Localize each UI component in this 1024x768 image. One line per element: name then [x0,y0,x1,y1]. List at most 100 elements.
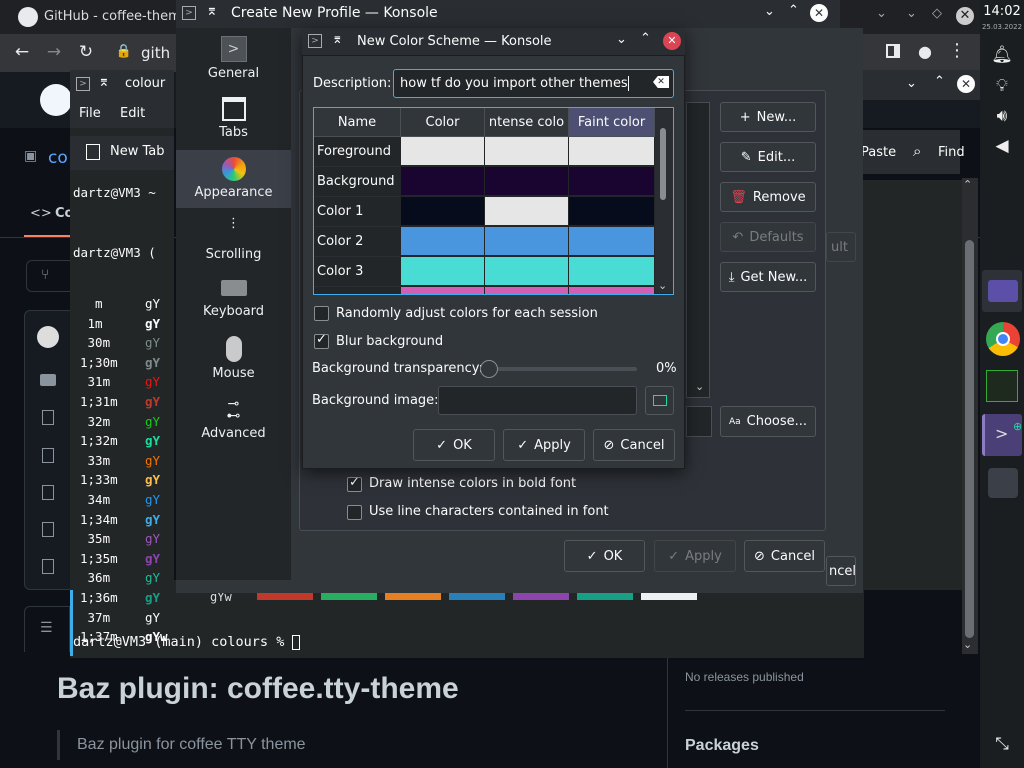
maximize-icon[interactable]: ⌃ [640,31,651,46]
lightbulb-icon[interactable]: 💡︎ [980,76,1024,96]
column-header-color[interactable]: Color [401,108,485,137]
scheme-cancel-button[interactable]: ⊘ Cancel [593,429,675,461]
list-icon[interactable]: ☰ [40,620,53,636]
collapse-icon[interactable]: ◀ [980,136,1024,156]
sidebar-item-scrolling[interactable]: ⋮ Scrolling [176,217,291,273]
color-swatch[interactable] [401,137,485,166]
color-swatch[interactable] [401,197,485,226]
sidebar-item-keyboard[interactable]: Keyboard [176,280,291,336]
close-icon[interactable]: ✕ [957,75,975,93]
minimize-icon[interactable]: ⌄ [616,32,627,47]
line-chars-checkbox[interactable] [347,505,362,520]
new-scheme-button[interactable]: + New... [720,102,816,132]
menu-icon[interactable]: ⋮ [948,40,966,61]
taskbar-files[interactable] [982,270,1022,312]
blur-background-checkbox[interactable] [314,332,329,349]
edit-scheme-button[interactable]: ✎ Edit... [720,142,816,172]
minimize-icon[interactable]: ⌄ [906,6,917,21]
final-prompt[interactable]: dartz@VM3 (main) colours % [73,634,301,650]
transparency-slider-handle[interactable] [480,360,498,378]
intense-color-swatch[interactable] [485,227,569,256]
sidebar-item-mouse[interactable]: Mouse [176,336,291,392]
taskbar-settings[interactable] [982,462,1022,504]
color-swatch[interactable] [401,287,485,294]
scroll-down-icon[interactable]: ⌄ [658,279,667,292]
faint-color-swatch[interactable] [569,227,655,256]
background-image-input[interactable] [438,386,637,415]
browser-tab-title[interactable]: GitHub - coffee-theme [44,9,189,24]
intense-color-swatch[interactable] [485,167,569,196]
description-input[interactable]: how tf do you import other themes [393,69,674,98]
bold-intense-checkbox[interactable] [347,475,362,492]
notification-icon[interactable]: 🔔︎ [980,45,1024,65]
intense-color-swatch[interactable] [485,287,569,294]
maximize-icon[interactable]: ⌃ [934,74,945,89]
color-swatch[interactable] [401,227,485,256]
color-row-name[interactable] [314,287,400,294]
faint-color-swatch[interactable] [569,257,655,286]
color-swatch[interactable] [401,167,485,196]
defaults-button[interactable]: ↶ Defaults [720,222,816,252]
profile-apply-button[interactable]: ✓ Apply [654,540,736,572]
browser-scroll-thumb[interactable] [965,240,974,638]
color-row-name[interactable]: Color 1 [314,197,400,227]
taskbar-chrome[interactable] [982,318,1022,360]
menu-file[interactable]: File [79,106,101,121]
default-partial-button[interactable]: ult [826,232,856,262]
faint-color-swatch[interactable] [569,137,655,166]
sidebar-item-appearance[interactable]: Appearance [176,150,291,208]
taskbar-konsole[interactable]: > ⊕ [982,414,1022,456]
maximize-icon[interactable]: ◇ [932,6,942,21]
paste-button[interactable]: Paste [861,145,896,160]
intense-color-swatch[interactable] [485,197,569,226]
profile-icon[interactable]: ● [918,42,932,61]
column-header-name[interactable]: Name [314,108,401,137]
close-icon[interactable]: ✕ [956,7,974,25]
search-icon[interactable]: ⌕ [913,142,921,160]
forward-icon[interactable]: → [44,42,64,62]
github-logo-icon[interactable] [40,84,72,116]
faint-color-swatch[interactable] [569,167,655,196]
random-colors-checkbox[interactable] [314,306,329,321]
faint-color-swatch[interactable] [569,197,655,226]
pin-icon[interactable]: ⌆ [98,74,110,90]
clock[interactable]: 14:02 [980,4,1024,19]
close-icon[interactable]: ✕ [663,32,681,50]
browse-image-button[interactable] [645,386,674,415]
profile-cancel-button[interactable]: ⊘ Cancel [744,540,825,572]
background-cancel-button[interactable]: ncel [826,556,856,586]
scheme-apply-button[interactable]: ✓ Apply [503,429,585,461]
intense-color-swatch[interactable] [485,137,569,166]
get-new-schemes-button[interactable]: ⤓ Get New... [720,262,816,292]
color-row-name[interactable]: Foreground [314,137,400,167]
column-header-faint[interactable]: Faint color [569,108,655,137]
scroll-down-icon[interactable]: ⌄ [695,380,704,393]
remove-scheme-button[interactable]: 🗑︎ Remove [720,182,816,212]
minimize-icon[interactable]: ⌄ [906,76,917,91]
intense-color-swatch[interactable] [485,257,569,286]
expand-icon[interactable]: ⤡ [980,734,1024,754]
address-bar[interactable]: gith [141,44,170,62]
branch-button[interactable]: ⑂ [26,260,74,292]
sidebar-item-tabs[interactable]: Tabs [176,97,291,153]
color-row-name[interactable]: Color 2 [314,227,400,257]
scroll-up-icon[interactable]: ⌃ [963,178,972,191]
new-tab-button[interactable]: New Tab [110,144,165,159]
back-icon[interactable]: ← [12,42,32,62]
maximize-icon[interactable]: ⌃ [788,3,799,18]
taskbar-monitor[interactable] [982,366,1022,408]
menu-edit[interactable]: Edit [120,106,145,121]
color-table-scroll-thumb[interactable] [660,128,666,200]
volume-icon[interactable]: 🔊︎ [980,106,1024,126]
profile-ok-button[interactable]: ✓ OK [564,540,645,572]
minimize-icon[interactable]: ⌄ [764,4,775,19]
pin-icon[interactable]: ⌆ [332,32,343,47]
pin-icon[interactable]: ⌆ [206,3,218,19]
color-table[interactable]: Name Color ntense colo Faint color Foreg… [313,107,674,295]
choose-font-button[interactable]: Aa Choose... [720,406,816,437]
chevron-down-icon[interactable]: ⌄ [876,6,887,21]
close-icon[interactable]: ✕ [810,4,828,22]
sidebar-item-general[interactable]: > General [176,36,291,92]
column-header-intense[interactable]: ntense colo [485,108,569,137]
color-row-name[interactable]: Color 3 [314,257,400,287]
